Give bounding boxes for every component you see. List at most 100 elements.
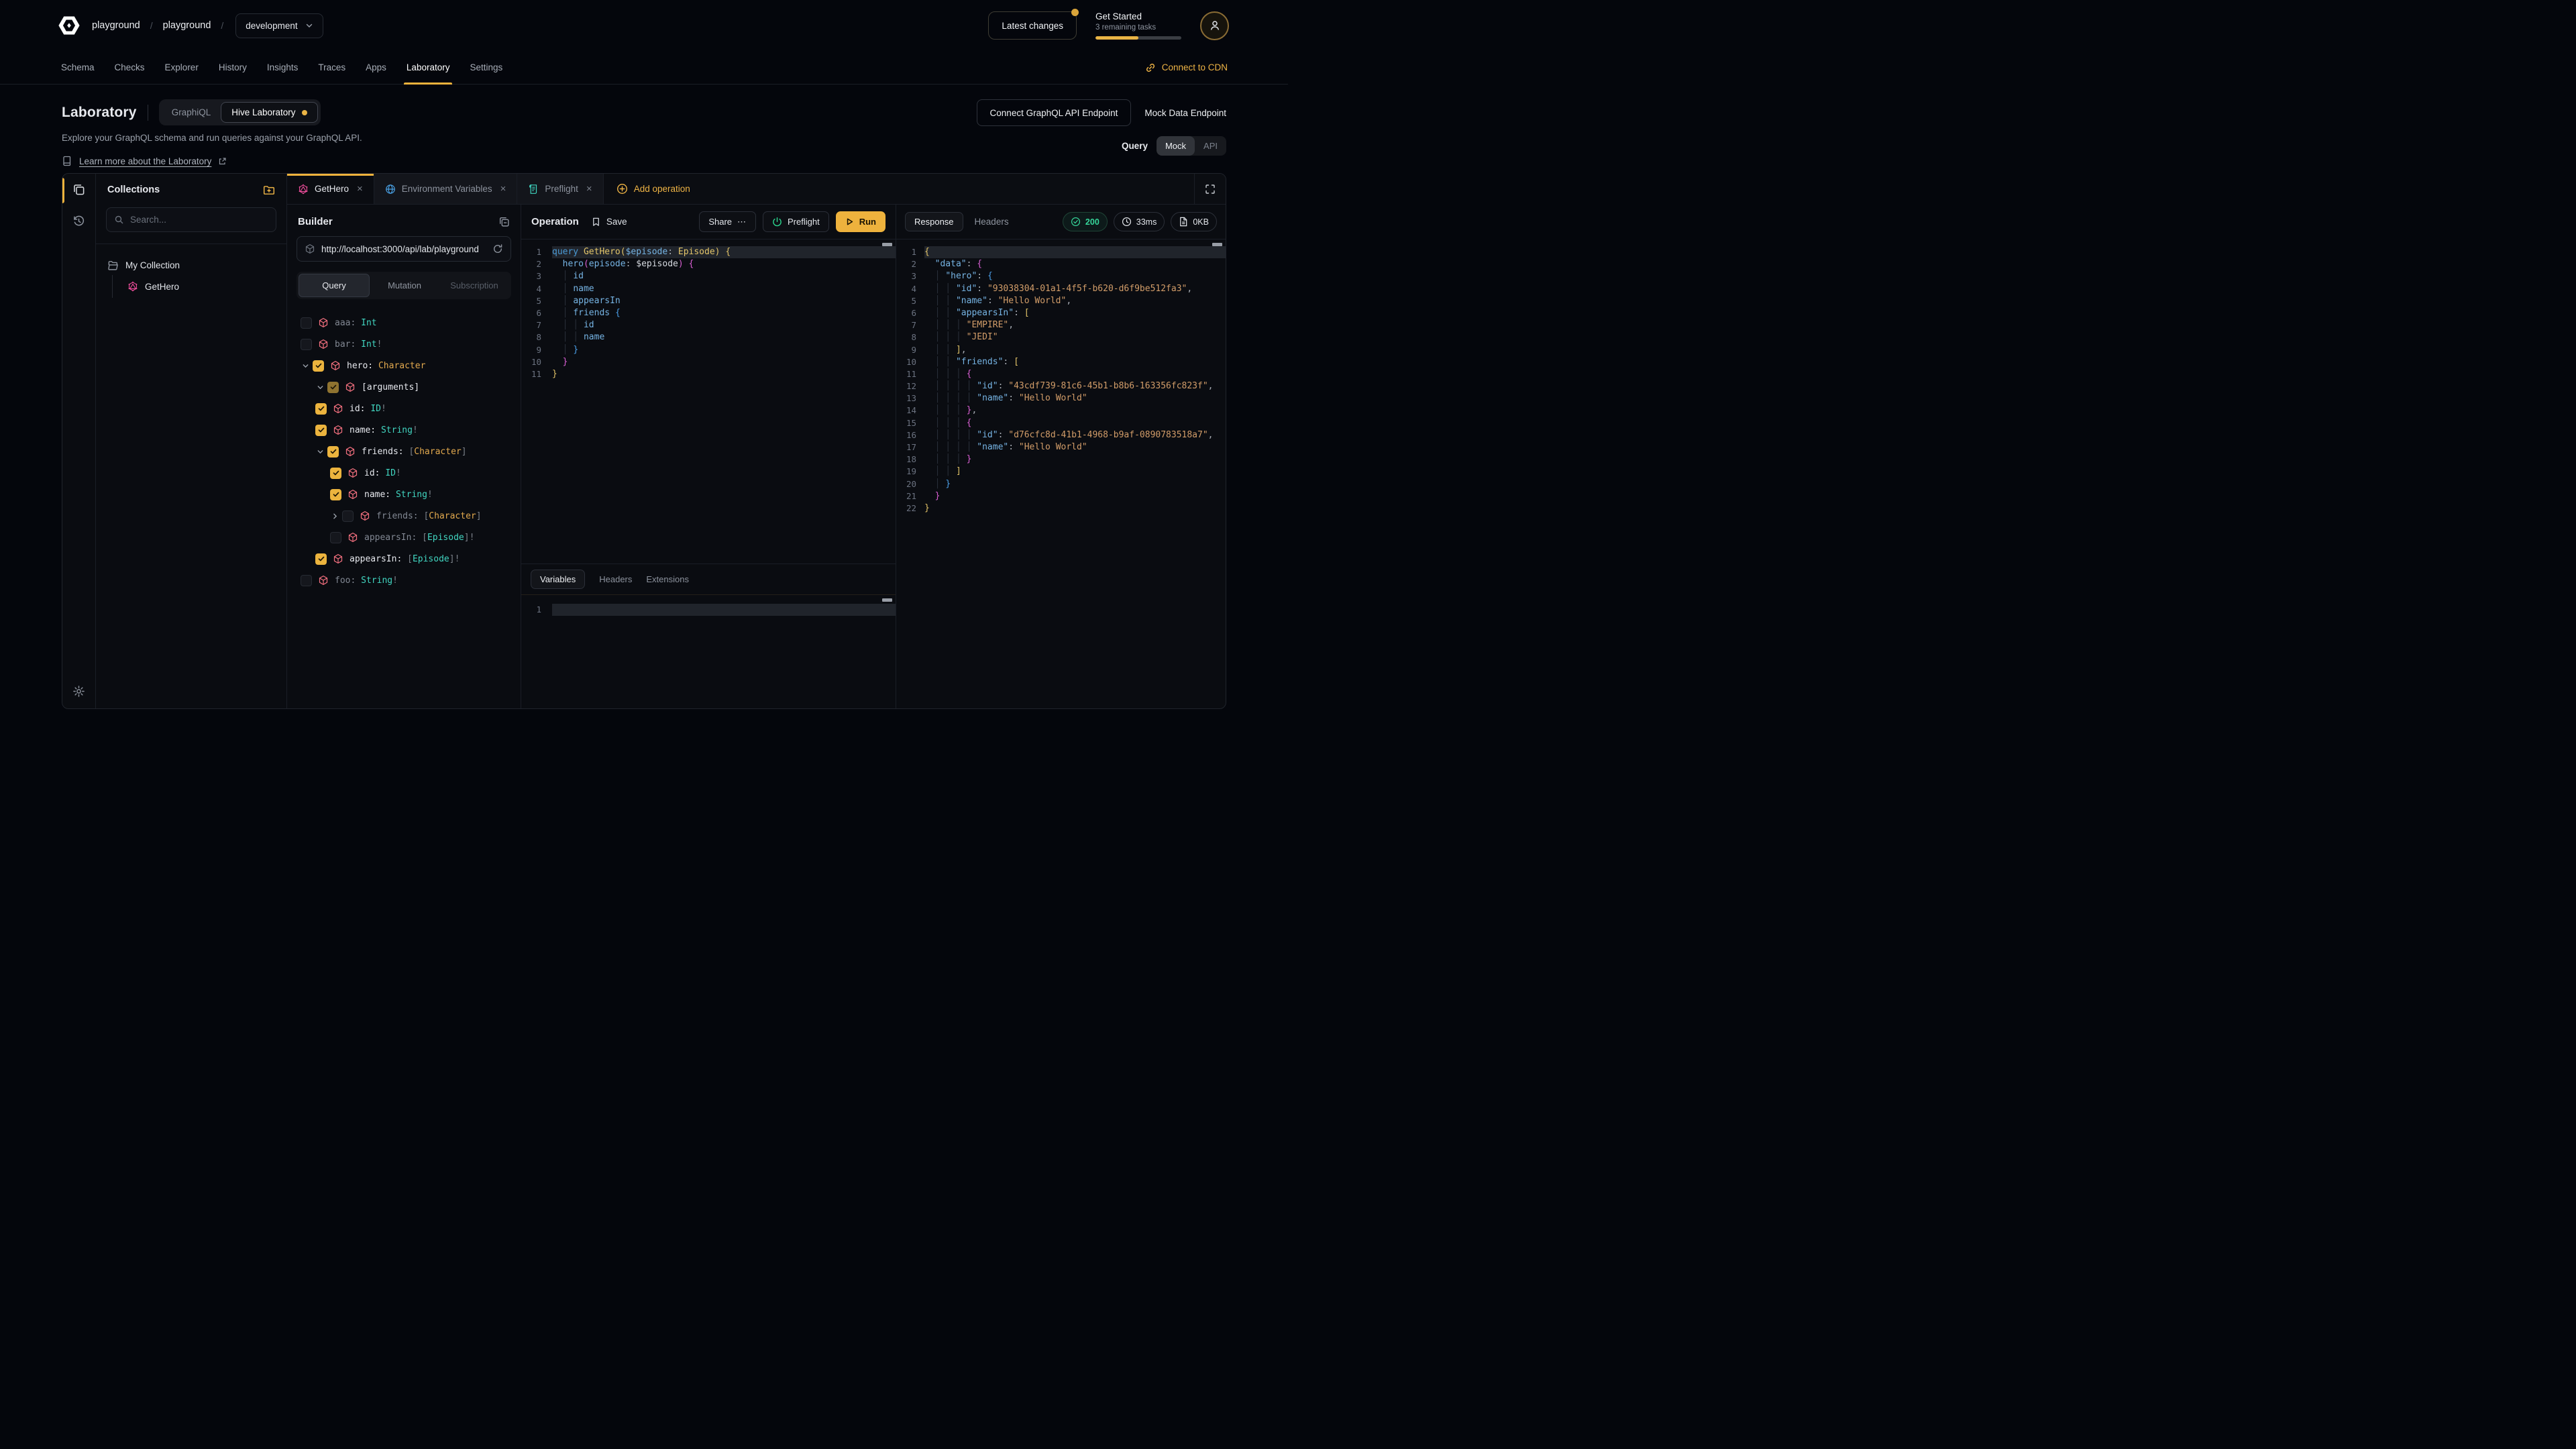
nav-tab-insights[interactable]: Insights — [257, 51, 309, 84]
graphql-cube-icon — [360, 511, 370, 521]
field-type: Character — [414, 447, 461, 457]
endpoint-url-field[interactable]: http://localhost:3000/api/lab/playground — [297, 236, 511, 262]
nav-tab-settings[interactable]: Settings — [460, 51, 513, 84]
scrollbar-thumb[interactable] — [1212, 243, 1222, 246]
mock-endpoint-button[interactable]: Mock Data Endpoint — [1144, 108, 1226, 118]
operation-type-subscription[interactable]: Subscription — [439, 274, 509, 297]
add-operation-button[interactable]: Add operation — [604, 174, 703, 204]
field-checkbox[interactable] — [315, 403, 327, 415]
response-viewer[interactable]: 1{2 "data": {3 │ "hero": {4 │ │ "id": "9… — [896, 239, 1226, 708]
bottom-tab-extensions[interactable]: Extensions — [646, 574, 689, 584]
latest-changes-button[interactable]: Latest changes — [988, 11, 1077, 40]
breadcrumb-project[interactable]: playground — [163, 20, 211, 31]
user-avatar[interactable] — [1200, 11, 1229, 40]
field-label[interactable]: friends: — [362, 447, 404, 457]
history-rail-icon[interactable] — [72, 215, 85, 227]
collection-folder[interactable]: My Collection — [107, 255, 275, 275]
field-label[interactable]: [arguments] — [362, 382, 419, 392]
save-button[interactable]: Save — [591, 217, 627, 227]
field-label[interactable]: id: — [364, 468, 380, 478]
environment-selector[interactable]: development — [235, 13, 323, 38]
field-label[interactable]: id: — [350, 404, 365, 414]
variables-editor[interactable]: 1 — [521, 595, 896, 708]
collections-rail-icon[interactable] — [72, 183, 85, 196]
hive-logo-icon[interactable] — [58, 14, 80, 37]
field-checkbox[interactable] — [301, 575, 312, 586]
connect-to-cdn-link[interactable]: Connect to CDN — [1145, 51, 1237, 84]
close-icon[interactable]: × — [357, 183, 363, 195]
field-label[interactable]: appearsIn: — [364, 533, 417, 543]
nav-tab-checks[interactable]: Checks — [105, 51, 155, 84]
field-label[interactable]: bar: — [335, 339, 356, 350]
learn-more-link[interactable]: Learn more about the Laboratory — [79, 156, 211, 166]
operation-editor[interactable]: 1query GetHero($episode: Episode) {2 her… — [521, 239, 896, 564]
field-checkbox[interactable] — [327, 382, 339, 393]
nav-tab-schema[interactable]: Schema — [51, 51, 105, 84]
breadcrumb: playground / playground / development — [92, 13, 323, 38]
bottom-tab-headers[interactable]: Headers — [599, 574, 632, 584]
field-checkbox[interactable] — [330, 468, 341, 479]
query-mode-mock[interactable]: Mock — [1157, 136, 1195, 156]
connect-endpoint-button[interactable]: Connect GraphQL API Endpoint — [977, 99, 1132, 126]
chevron-down-icon[interactable] — [301, 362, 310, 370]
collapse-copy-icon[interactable] — [498, 216, 510, 227]
top-header: playground / playground / development La… — [0, 0, 1288, 51]
field-label[interactable]: friends: — [376, 511, 419, 521]
field-label[interactable]: name: — [350, 425, 376, 435]
code-line: 6 │ friends { — [521, 307, 896, 319]
collections-search[interactable] — [106, 207, 276, 232]
field-label[interactable]: foo: — [335, 576, 356, 586]
close-icon[interactable]: × — [500, 183, 506, 195]
field-checkbox[interactable] — [313, 360, 324, 372]
field-checkbox[interactable] — [315, 553, 327, 565]
field-checkbox[interactable] — [327, 446, 339, 458]
collection-operation-gethero[interactable]: GetHero — [113, 275, 275, 298]
share-button[interactable]: Share ⋯ — [699, 211, 756, 232]
field-checkbox[interactable] — [301, 317, 312, 329]
run-button[interactable]: Run — [836, 211, 885, 232]
field-checkbox[interactable] — [330, 532, 341, 543]
workspace-tab-environment-variables[interactable]: Environment Variables× — [374, 174, 518, 204]
field-label[interactable]: hero: — [347, 361, 373, 371]
field-checkbox[interactable] — [330, 489, 341, 500]
get-started-widget[interactable]: Get Started 3 remaining tasks — [1095, 11, 1181, 40]
code-line: 2 "data": { — [896, 258, 1226, 270]
nav-tab-laboratory[interactable]: Laboratory — [396, 51, 460, 84]
mode-option-hive-laboratory[interactable]: Hive Laboratory — [221, 102, 317, 123]
query-mode-api[interactable]: API — [1195, 136, 1226, 156]
field-label[interactable]: aaa: — [335, 318, 356, 328]
field-label[interactable]: appearsIn: — [350, 554, 402, 564]
search-input[interactable] — [130, 215, 268, 225]
scrollbar-thumb[interactable] — [882, 243, 892, 246]
preflight-button[interactable]: Preflight — [763, 211, 829, 232]
settings-gear-icon[interactable] — [72, 685, 85, 698]
more-options-icon: ⋯ — [737, 217, 747, 227]
scrollbar-thumb[interactable] — [882, 598, 892, 602]
field-type: [ — [407, 554, 413, 564]
chevron-down-icon[interactable] — [315, 384, 325, 391]
breadcrumb-org[interactable]: playground — [92, 20, 140, 31]
field-checkbox[interactable] — [342, 511, 354, 522]
response-headers-tab[interactable]: Headers — [975, 217, 1009, 227]
response-tab[interactable]: Response — [905, 212, 963, 231]
bottom-tab-variables[interactable]: Variables — [531, 570, 585, 589]
new-folder-icon[interactable] — [263, 184, 275, 196]
nav-tab-apps[interactable]: Apps — [356, 51, 396, 84]
mode-option-graphiql[interactable]: GraphiQL — [162, 103, 221, 122]
chevron-down-icon[interactable] — [315, 448, 325, 455]
nav-tab-explorer[interactable]: Explorer — [155, 51, 209, 84]
fullscreen-button[interactable] — [1194, 174, 1226, 204]
operation-type-mutation[interactable]: Mutation — [370, 274, 439, 297]
close-icon[interactable]: × — [586, 183, 592, 195]
workspace-tab-gethero[interactable]: GetHero× — [287, 174, 374, 204]
nav-tab-history[interactable]: History — [209, 51, 257, 84]
field-checkbox[interactable] — [301, 339, 312, 350]
refresh-icon[interactable] — [492, 244, 503, 254]
nav-tab-traces[interactable]: Traces — [308, 51, 356, 84]
workspace-tab-preflight[interactable]: Preflight× — [517, 174, 603, 204]
operation-type-query[interactable]: Query — [299, 274, 370, 297]
code-line: 5 │ │ "name": "Hello World", — [896, 295, 1226, 307]
field-checkbox[interactable] — [315, 425, 327, 436]
chevron-right-icon[interactable] — [330, 513, 339, 520]
field-label[interactable]: name: — [364, 490, 390, 500]
